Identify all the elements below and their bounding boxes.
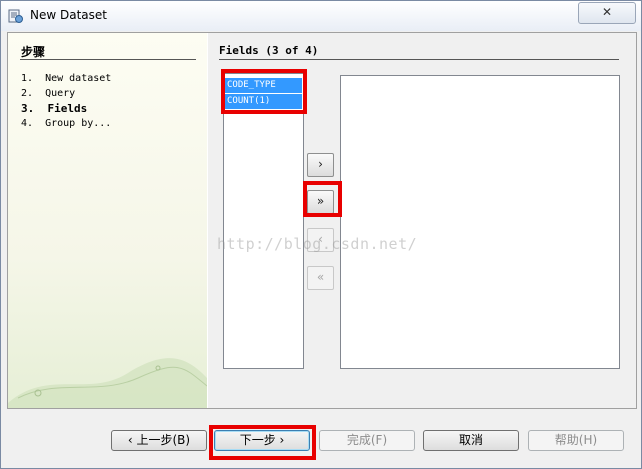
finish-button[interactable]: 完成(F) — [319, 430, 415, 451]
title-bar: New Dataset ✕ — [1, 1, 641, 31]
remove-one-button[interactable]: ‹ — [307, 228, 334, 252]
dataset-app-icon — [8, 9, 23, 23]
chevron-right-icon: › — [318, 157, 323, 171]
steps-panel: 步骤 1. New dataset 2. Query 3. Fields 4. … — [8, 33, 207, 408]
next-button[interactable]: 下一步 › — [214, 430, 310, 451]
new-dataset-window: New Dataset ✕ 步骤 1. New dataset 2. Query… — [0, 0, 642, 469]
cancel-button[interactable]: 取消 — [423, 430, 519, 451]
close-icon: ✕ — [601, 5, 613, 19]
fields-title: Fields (3 of 4) — [219, 44, 319, 57]
add-all-button[interactable]: » — [307, 190, 334, 214]
field-item-count[interactable]: COUNT(1) — [225, 94, 302, 109]
decorative-swirl-icon — [8, 358, 207, 408]
fields-panel: Fields (3 of 4) CODE_TYPE COUNT(1) › » ‹… — [208, 33, 636, 408]
step-query: 2. Query — [21, 88, 76, 99]
selected-fields-list[interactable] — [340, 75, 620, 369]
available-fields-list[interactable]: CODE_TYPE COUNT(1) — [223, 73, 304, 369]
field-item-code-type[interactable]: CODE_TYPE — [225, 78, 302, 93]
step-new-dataset: 1. New dataset — [21, 73, 112, 84]
window-title: New Dataset — [30, 8, 107, 22]
help-button[interactable]: 帮助(H) — [528, 430, 624, 451]
add-one-button[interactable]: › — [307, 153, 334, 177]
remove-all-button[interactable]: « — [307, 266, 334, 290]
double-chevron-right-icon: » — [316, 194, 325, 208]
steps-title: 步骤 — [21, 45, 46, 59]
chevron-left-icon: ‹ — [318, 232, 323, 246]
double-chevron-left-icon: « — [316, 270, 325, 284]
back-button[interactable]: ‹ 上一步(B) — [111, 430, 207, 451]
step-group-by: 4. Group by... — [21, 118, 112, 129]
wizard-content: 步骤 1. New dataset 2. Query 3. Fields 4. … — [7, 32, 637, 409]
step-fields: 3. Fields — [21, 102, 88, 115]
fields-divider — [219, 59, 619, 60]
close-button[interactable]: ✕ — [578, 2, 636, 24]
steps-divider — [20, 59, 196, 60]
